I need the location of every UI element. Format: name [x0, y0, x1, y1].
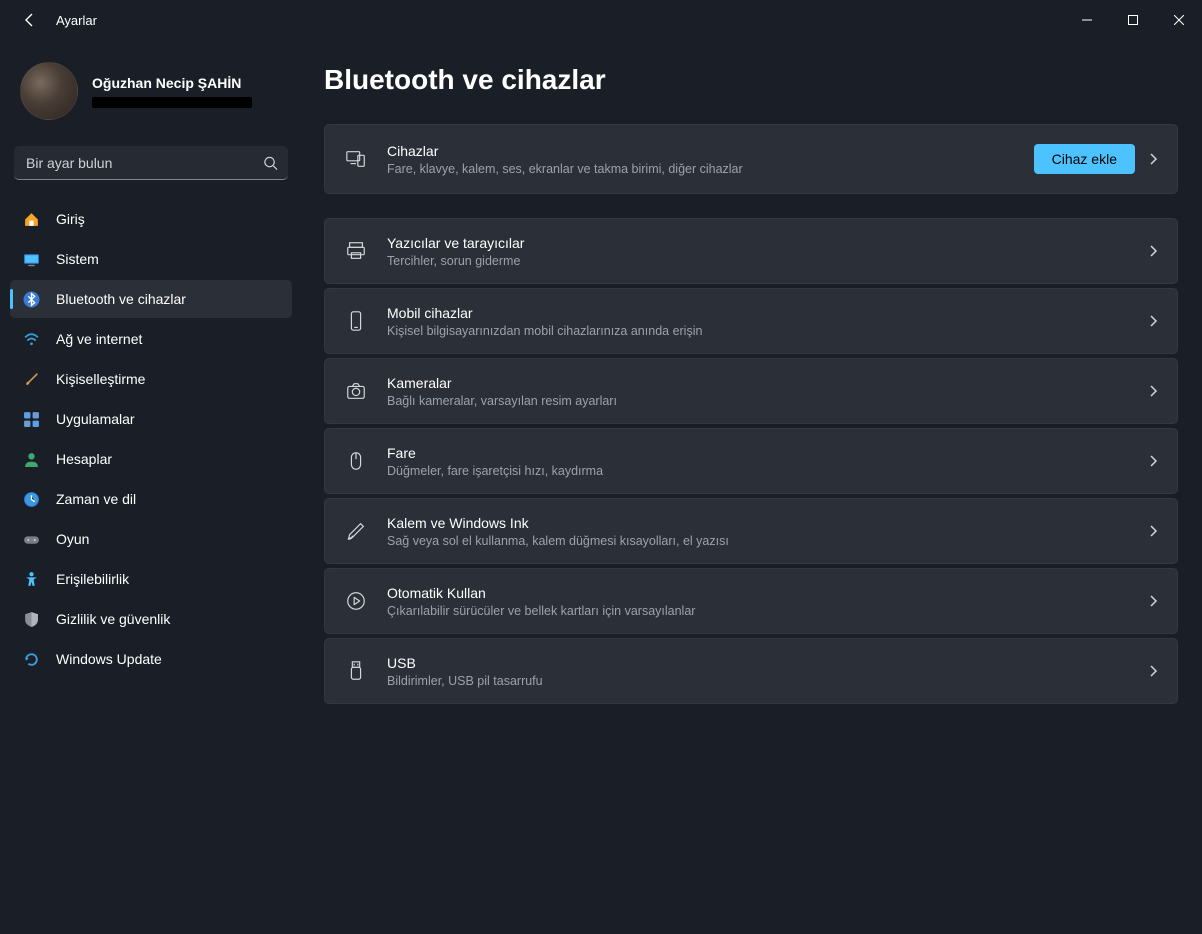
profile[interactable]: Oğuzhan Necip ŞAHİN	[10, 48, 292, 130]
chevron-right-icon	[1147, 385, 1159, 397]
bluetooth-icon	[22, 290, 40, 308]
sidebar-item-accessibility[interactable]: Erişilebilirlik	[10, 560, 292, 598]
brush-icon	[22, 370, 40, 388]
sidebar-item-label: Erişilebilirlik	[56, 571, 129, 587]
window-close-button[interactable]	[1156, 0, 1202, 40]
card-title: Yazıcılar ve tarayıcılar	[387, 235, 1135, 251]
mouse-icon	[343, 448, 369, 474]
chevron-right-icon	[1147, 315, 1159, 327]
system-icon	[22, 250, 40, 268]
card-title: Otomatik Kullan	[387, 585, 1135, 601]
card-title: Mobil cihazlar	[387, 305, 1135, 321]
sidebar-item-label: Kişiselleştirme	[56, 371, 145, 387]
sidebar-item-time-language[interactable]: Zaman ve dil	[10, 480, 292, 518]
card-title: Cihazlar	[387, 143, 1022, 159]
profile-name: Oğuzhan Necip ŞAHİN	[92, 75, 252, 91]
card-subtitle: Sağ veya sol el kullanma, kalem düğmesi …	[387, 534, 1135, 548]
phone-icon	[343, 308, 369, 334]
devices-icon	[343, 146, 369, 172]
clock-icon	[22, 490, 40, 508]
add-device-button[interactable]: Cihaz ekle	[1034, 144, 1135, 174]
sidebar-item-label: Gizlilik ve güvenlik	[56, 611, 170, 627]
sidebar-item-windows-update[interactable]: Windows Update	[10, 640, 292, 678]
apps-icon	[22, 410, 40, 428]
sidebar-item-label: Hesaplar	[56, 451, 112, 467]
sidebar-item-bluetooth[interactable]: Bluetooth ve cihazlar	[10, 280, 292, 318]
chevron-right-icon	[1147, 153, 1159, 165]
card-devices[interactable]: Cihazlar Fare, klavye, kalem, ses, ekran…	[324, 124, 1178, 194]
main-content: Bluetooth ve cihazlar Cihazlar Fare, kla…	[300, 40, 1202, 934]
page-title: Bluetooth ve cihazlar	[324, 64, 1178, 96]
card-autoplay[interactable]: Otomatik Kullan Çıkarılabilir sürücüler …	[324, 568, 1178, 634]
camera-icon	[343, 378, 369, 404]
autoplay-icon	[343, 588, 369, 614]
shield-icon	[22, 610, 40, 628]
usb-icon	[343, 658, 369, 684]
sidebar-item-label: Giriş	[56, 211, 85, 227]
minimize-icon	[1082, 15, 1092, 25]
card-subtitle: Çıkarılabilir sürücüler ve bellek kartla…	[387, 604, 1135, 618]
sidebar-item-home[interactable]: Giriş	[10, 200, 292, 238]
chevron-right-icon	[1147, 595, 1159, 607]
search-input[interactable]	[14, 146, 288, 180]
card-title: Kalem ve Windows Ink	[387, 515, 1135, 531]
search-icon	[263, 156, 278, 171]
chevron-right-icon	[1147, 525, 1159, 537]
home-icon	[22, 210, 40, 228]
sidebar-item-apps[interactable]: Uygulamalar	[10, 400, 292, 438]
pen-icon	[343, 518, 369, 544]
back-button[interactable]	[12, 2, 48, 38]
sidebar-item-privacy[interactable]: Gizlilik ve güvenlik	[10, 600, 292, 638]
profile-email-redacted	[92, 97, 252, 108]
title-bar: Ayarlar	[0, 0, 1202, 40]
sidebar-item-label: Sistem	[56, 251, 99, 267]
window-controls	[1064, 0, 1202, 40]
sidebar-item-label: Windows Update	[56, 651, 162, 667]
card-subtitle: Tercihler, sorun giderme	[387, 254, 1135, 268]
card-printers[interactable]: Yazıcılar ve tarayıcılar Tercihler, soru…	[324, 218, 1178, 284]
chevron-right-icon	[1147, 665, 1159, 677]
card-cameras[interactable]: Kameralar Bağlı kameralar, varsayılan re…	[324, 358, 1178, 424]
sidebar-nav: Giriş Sistem Bluetooth ve cihazlar Ağ ve…	[10, 200, 292, 680]
sidebar-item-gaming[interactable]: Oyun	[10, 520, 292, 558]
card-pen[interactable]: Kalem ve Windows Ink Sağ veya sol el kul…	[324, 498, 1178, 564]
sidebar-item-network[interactable]: Ağ ve internet	[10, 320, 292, 358]
card-subtitle: Düğmeler, fare işaretçisi hızı, kaydırma	[387, 464, 1135, 478]
avatar	[20, 62, 78, 120]
card-subtitle: Bildirimler, USB pil tasarrufu	[387, 674, 1135, 688]
gamepad-icon	[22, 530, 40, 548]
accessibility-icon	[22, 570, 40, 588]
maximize-icon	[1128, 15, 1138, 25]
wifi-icon	[22, 330, 40, 348]
card-subtitle: Fare, klavye, kalem, ses, ekranlar ve ta…	[387, 162, 1022, 176]
card-title: USB	[387, 655, 1135, 671]
card-mobile-devices[interactable]: Mobil cihazlar Kişisel bilgisayarınızdan…	[324, 288, 1178, 354]
close-icon	[1174, 15, 1184, 25]
sidebar-item-personalization[interactable]: Kişiselleştirme	[10, 360, 292, 398]
sidebar: Oğuzhan Necip ŞAHİN Giriş Sistem	[0, 40, 300, 934]
sidebar-item-system[interactable]: Sistem	[10, 240, 292, 278]
card-usb[interactable]: USB Bildirimler, USB pil tasarrufu	[324, 638, 1178, 704]
printer-icon	[343, 238, 369, 264]
sidebar-item-accounts[interactable]: Hesaplar	[10, 440, 292, 478]
window-maximize-button[interactable]	[1110, 0, 1156, 40]
sidebar-item-label: Zaman ve dil	[56, 491, 136, 507]
sidebar-item-label: Ağ ve internet	[56, 331, 142, 347]
arrow-left-icon	[22, 12, 38, 28]
sidebar-item-label: Uygulamalar	[56, 411, 135, 427]
search-wrapper	[14, 146, 288, 180]
chevron-right-icon	[1147, 455, 1159, 467]
sidebar-item-label: Oyun	[56, 531, 89, 547]
card-title: Kameralar	[387, 375, 1135, 391]
chevron-right-icon	[1147, 245, 1159, 257]
card-subtitle: Bağlı kameralar, varsayılan resim ayarla…	[387, 394, 1135, 408]
update-icon	[22, 650, 40, 668]
sidebar-item-label: Bluetooth ve cihazlar	[56, 291, 186, 307]
card-subtitle: Kişisel bilgisayarınızdan mobil cihazlar…	[387, 324, 1135, 338]
card-mouse[interactable]: Fare Düğmeler, fare işaretçisi hızı, kay…	[324, 428, 1178, 494]
person-icon	[22, 450, 40, 468]
window-minimize-button[interactable]	[1064, 0, 1110, 40]
card-title: Fare	[387, 445, 1135, 461]
app-title: Ayarlar	[56, 13, 97, 28]
